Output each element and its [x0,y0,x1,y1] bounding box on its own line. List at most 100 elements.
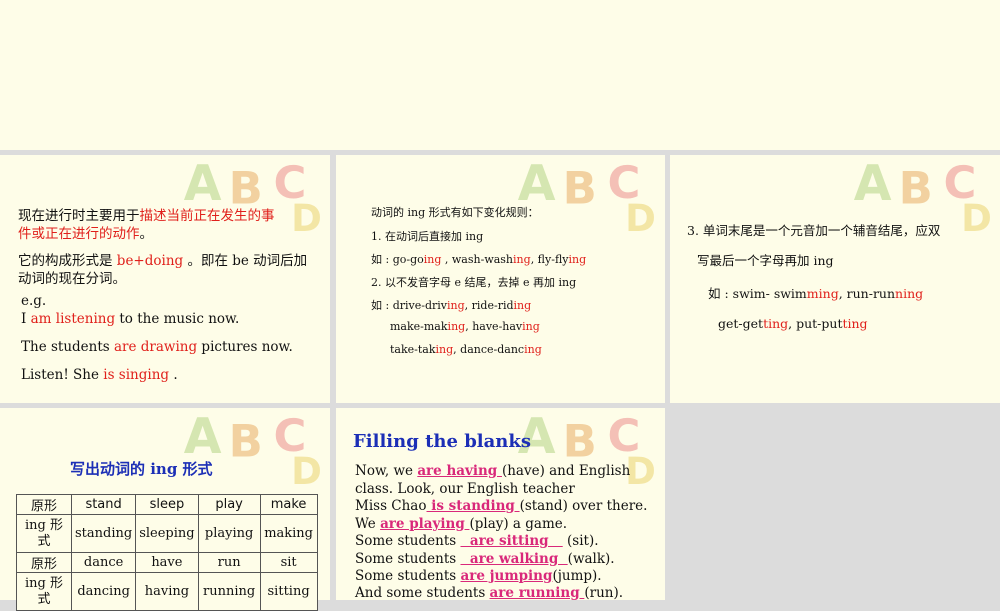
slide2-structure-2: 动词的现在分词。 [18,271,126,287]
suffix-text: ing [423,253,442,266]
text: , have-hav [465,320,523,333]
text: Now, we [355,463,418,479]
text: to the music now. [115,311,240,327]
fill-line-4: We are playing (play) a game. [355,516,567,534]
slide-1 [0,0,1000,150]
table-cell: running [197,572,261,611]
text: Listen! She [21,367,104,383]
suffix-text: ting [842,316,868,331]
suffix-text: ing [435,343,454,356]
fill-line-1: Now, we are having (have) and English [355,463,630,481]
text: And some students [355,585,490,601]
table-cell: playing [197,514,261,553]
slide4-example-2: get-getting, put-putting [718,316,868,331]
text: , put-put [788,316,843,331]
table-cell: play [197,494,261,515]
table-cell: have [135,552,199,573]
text: take-tak [390,343,436,356]
text: (jump). [552,568,602,584]
text: (walk). [567,551,615,567]
table-row: ing 形式 dancing having running sitting [16,572,318,611]
text: The students [21,339,114,355]
table-cell: 原形 [16,552,72,573]
suffix-text: ning [895,286,924,301]
text: 。即在 be 动词后加 [183,253,308,269]
answer-text: are jumping [460,568,553,584]
text: 如 : go-go [371,253,424,266]
slide-4 [670,155,1000,403]
text: (play) a game. [469,516,568,532]
slide3-rule-1: 1. 在动词后直接加 ing [371,230,484,243]
slide2-example-3: Listen! She is singing . [21,367,178,383]
table-row: 原形 stand sleep play make [16,494,318,515]
highlight-text: are drawing [114,339,198,355]
text: (run). [584,585,624,601]
text: get-get [718,316,764,331]
table-cell: run [197,552,261,573]
answer-text: is standing [426,498,520,514]
suffix-text: ing [447,299,465,312]
table-cell: sit [259,552,318,573]
text: pictures now. [197,339,293,355]
fill-line-5: Some students are sitting (sit). [355,533,599,551]
text: , dance-danc [453,343,525,356]
slide6-title: Filling the blanks [353,431,531,452]
slide2-definition-2: 件或正在进行的动作。 [18,222,153,242]
slide3-example-2: 如 : drive-driving, ride-riding [371,297,531,313]
slide3-example-1: 如 : go-going , wash-washing, fly-flying [371,251,586,267]
answer-text: are playing [380,516,470,532]
text: make-mak [390,320,448,333]
suffix-text: ming [806,286,839,301]
text: Some students [355,533,461,549]
abc-decoration-icon [517,155,656,233]
slide3-example-4: take-taking, dance-dancing [390,343,542,356]
table-cell: having [135,572,199,611]
text: . [169,367,178,383]
table-cell: make [259,494,318,515]
highlight-text: be+doing [116,253,184,269]
table-cell: making [259,514,318,553]
table-cell: ing 形式 [16,572,72,611]
table-cell: dance [70,552,137,573]
text: I [21,311,31,327]
suffix-text: ing [568,253,587,266]
slide4-rule-3: 3. 单词末尾是一个元音加一个辅音结尾，应双 [687,223,941,238]
slide2-structure: 它的构成形式是 be+doing 。即在 be 动词后加 [18,249,307,269]
table-cell: ing 形式 [16,514,72,553]
suffix-text: ing [513,299,532,312]
text: 。 [139,226,154,242]
slide4-example-1: 如 : swim- swimming, run-running [708,283,923,302]
slide2-eg: e.g. [21,293,47,309]
text: Some students [355,568,461,584]
fill-line-7: Some students are jumping(jump). [355,568,602,586]
highlight-text: 件或正在进行的动作 [18,226,140,242]
fill-line-6: Some students are walking (walk). [355,551,615,569]
suffix-text: ing [524,343,542,356]
text: (sit). [562,533,599,549]
slide3-example-3: make-making, have-having [390,320,540,333]
fill-line-3: Miss Chao is standing (stand) over there… [355,498,647,516]
suffix-text: ing [447,320,466,333]
empty-area [670,408,1000,600]
table-cell: 原形 [16,494,72,515]
table-cell: stand [70,494,137,515]
slide3-rule-2: 2. 以不发音字母 e 结尾，去掉 e 再加 ing [371,276,577,289]
verb-table: 原形 stand sleep play make ing 形式 standing… [16,494,318,611]
answer-text: are walking [460,551,568,567]
table-cell: dancing [70,572,137,611]
table-cell: sitting [259,572,318,611]
answer-text: are having [417,463,502,479]
table-cell: standing [70,514,137,553]
slide2-definition: 现在进行时主要用于描述当前正在发生的事 [18,204,275,224]
text: 如 : swim- swim [708,286,807,301]
table-row: ing 形式 standing sleeping playing making [16,514,318,553]
highlight-text: 描述当前正在发生的事 [139,208,275,224]
text: , fly-fly [530,253,569,266]
fill-line-2: class. Look, our English teacher [355,481,575,497]
slide3-title: 动词的 ing 形式有如下变化规则： [371,206,539,219]
suffix-text: ting [763,316,789,331]
highlight-text: am listening [30,311,116,327]
table-cell: sleep [135,494,199,515]
table-row: 原形 dance have run sit [16,552,318,573]
answer-text: are sitting [460,533,563,549]
